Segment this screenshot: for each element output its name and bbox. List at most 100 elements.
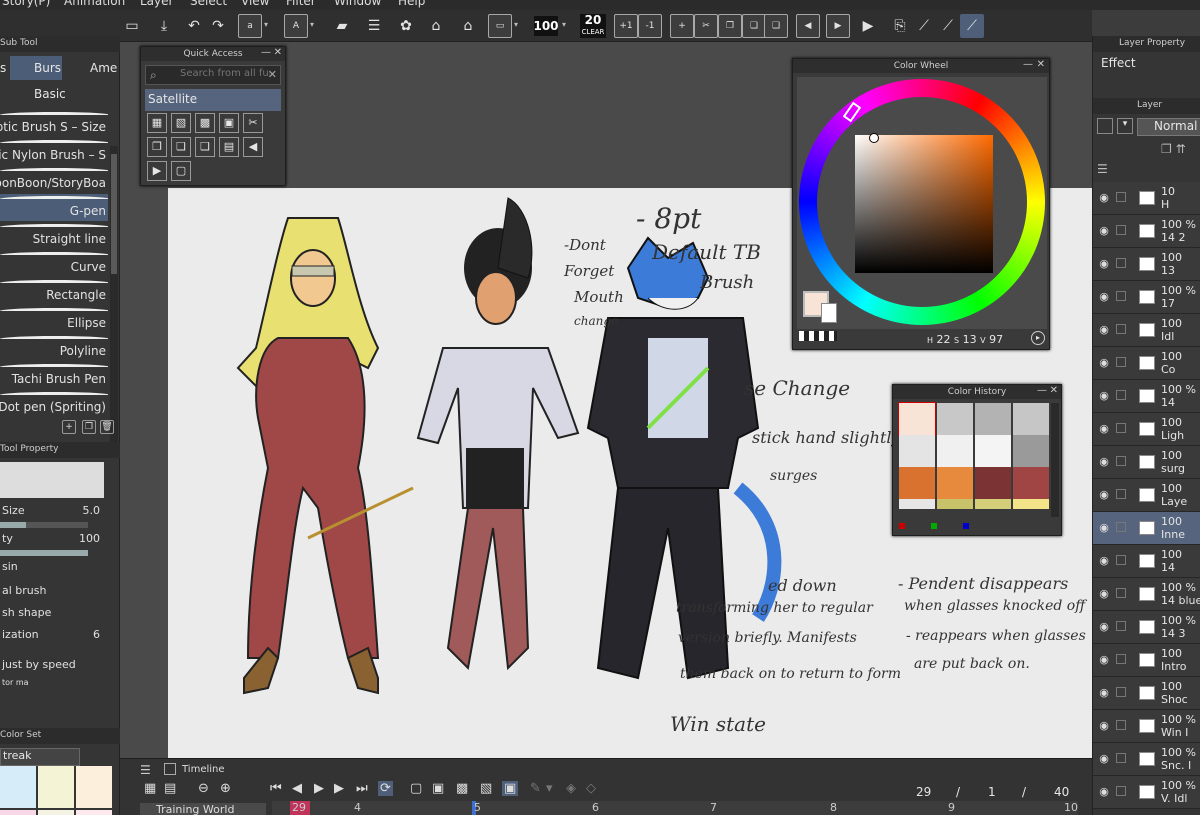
next-frame-button[interactable]: +1	[614, 14, 638, 38]
eraser-icon[interactable]: ⌂	[456, 14, 480, 38]
layer-row[interactable]: ◉ 100 13	[1093, 248, 1200, 281]
sub-color-swatch[interactable]	[821, 303, 837, 323]
eye-icon[interactable]: ◉	[1095, 221, 1113, 241]
layer-row[interactable]: ◉ 100 Idl	[1093, 314, 1200, 347]
quick-access-search-input[interactable]	[180, 68, 270, 79]
history-color-swatch[interactable]	[937, 435, 973, 467]
history-color-swatch[interactable]	[975, 435, 1011, 467]
lock-icons[interactable]: ❐ ⇈	[1161, 142, 1186, 156]
size-row[interactable]: Size 5.0	[0, 502, 104, 522]
import-icon[interactable]: ◀	[796, 14, 820, 38]
play-icon[interactable]: ▶	[856, 14, 880, 38]
history-color-swatch[interactable]	[899, 499, 935, 509]
layer-row[interactable]: ◉ 100 % Win I	[1093, 710, 1200, 743]
color-mode-icon[interactable]: ▸	[1031, 331, 1045, 345]
layer-lock-checkbox[interactable]	[1116, 291, 1126, 301]
minimize-icon[interactable]: —	[1037, 385, 1047, 397]
layer-row[interactable]: ◉ 100 Co	[1093, 347, 1200, 380]
quick-access-icon[interactable]: ▶	[147, 161, 167, 181]
history-color-swatch[interactable]	[975, 499, 1011, 509]
blend-mode-select[interactable]: Normal	[1137, 118, 1200, 136]
minimize-icon[interactable]: —	[261, 47, 271, 59]
prev-frame-icon[interactable]: ◀	[292, 781, 302, 796]
quick-access-set[interactable]: Satellite	[145, 89, 281, 111]
eye-icon[interactable]: ◉	[1095, 419, 1113, 439]
color-swatch[interactable]	[76, 810, 112, 815]
history-color-swatch[interactable]	[937, 403, 973, 435]
layer-row[interactable]: ◉ 100 % 14	[1093, 380, 1200, 413]
color-mix-icon[interactable]: ✿	[394, 14, 418, 38]
layer-row[interactable]: ◉ 100 % 17	[1093, 281, 1200, 314]
layer-row[interactable]: ◉ 100 14	[1093, 545, 1200, 578]
open-folder-icon[interactable]: ▭	[120, 14, 144, 38]
layer-row[interactable]: ◉ 100 Intro	[1093, 644, 1200, 677]
new-timeline-icon[interactable]: ▦	[144, 781, 156, 796]
next-frame-icon[interactable]: ▶	[334, 781, 344, 796]
layer-row[interactable]: ◉ 100 Laye	[1093, 479, 1200, 512]
eye-icon[interactable]: ◉	[1095, 485, 1113, 505]
edit-timeline-icon[interactable]: ▤	[164, 781, 176, 796]
layer-row[interactable]: ◉ 100 Ligh	[1093, 413, 1200, 446]
onion-skin-icon[interactable]: ▣	[502, 781, 519, 796]
sub-tool-tab-basic[interactable]: Basic	[10, 82, 70, 106]
menu-story[interactable]: Story(P)	[2, 0, 50, 8]
layer-row[interactable]: ◉ 100 % N14 blue	[1093, 578, 1200, 611]
add-icon[interactable]: +	[62, 420, 76, 434]
keyframe-add-icon[interactable]: ◈	[566, 781, 576, 796]
quick-access-icon[interactable]: ✂	[243, 113, 263, 133]
color-set-select[interactable]: treak	[0, 748, 80, 766]
pen-pressure-icon[interactable]: ⟋	[912, 14, 936, 38]
save-icon[interactable]: ⤓	[152, 14, 176, 38]
layer-lock-checkbox[interactable]	[1116, 192, 1126, 202]
duplicate-icon[interactable]: ❑	[764, 14, 788, 38]
cut-icon[interactable]: ✂	[694, 14, 718, 38]
folder-icon[interactable]: ▰	[330, 14, 354, 38]
eye-icon[interactable]: ◉	[1095, 584, 1113, 604]
history-color-swatch[interactable]	[1013, 403, 1049, 435]
history-color-swatch[interactable]	[975, 403, 1011, 435]
eye-icon[interactable]: ◉	[1095, 353, 1113, 373]
start-frame[interactable]: 1	[988, 785, 996, 799]
timeline-ruler[interactable]	[272, 801, 1078, 815]
zoom-in-icon[interactable]: ⊕	[220, 781, 231, 796]
h-value[interactable]: 22	[937, 333, 951, 346]
history-color-swatch[interactable]	[937, 499, 973, 509]
close-icon[interactable]: ✕	[274, 47, 282, 59]
layer-lock-checkbox[interactable]	[1116, 522, 1126, 532]
eye-icon[interactable]: ◉	[1095, 386, 1113, 406]
history-color-swatch[interactable]	[975, 467, 1011, 499]
brush-item[interactable]: Curve	[0, 250, 108, 277]
layer-lock-checkbox[interactable]	[1116, 720, 1126, 730]
brush-item[interactable]: eptic Brush S – Size	[0, 110, 108, 137]
color-wheel-area[interactable]	[797, 77, 1047, 329]
camera-icon[interactable]: ▩	[456, 781, 468, 796]
menu-help[interactable]: Help	[398, 0, 425, 8]
eye-icon[interactable]: ◉	[1095, 782, 1113, 802]
menu-filter[interactable]: Filter	[286, 0, 316, 8]
minimize-icon[interactable]: —	[1023, 59, 1033, 71]
history-color-swatch[interactable]	[1013, 499, 1049, 509]
close-icon[interactable]: ✕	[1037, 59, 1045, 71]
layer-lock-checkbox[interactable]	[1116, 324, 1126, 334]
chevron-down-icon[interactable]: ▾	[310, 20, 314, 29]
brush-item[interactable]: G-pen	[0, 194, 108, 221]
color-picker-handle[interactable]	[869, 133, 879, 143]
speed-row[interactable]: just by speed	[0, 656, 104, 676]
transparent-color-icon[interactable]	[799, 331, 837, 341]
layer-row[interactable]: ◉ 100 surg	[1093, 446, 1200, 479]
active-stroke-icon[interactable]: ⟋	[960, 14, 984, 38]
opacity-row[interactable]: ty 100	[0, 530, 104, 550]
animation-cel-icon[interactable]: ▣	[432, 781, 444, 796]
color-swatch[interactable]	[38, 810, 74, 815]
quick-access-icon[interactable]: ▤	[219, 137, 239, 157]
copy-icon[interactable]: ❐	[718, 14, 742, 38]
layer-lock-checkbox[interactable]	[1116, 225, 1126, 235]
last-frame-icon[interactable]: ⏭	[356, 781, 368, 796]
sub-tool-tab-s[interactable]: s	[0, 56, 10, 80]
brush-item[interactable]: eptic Nylon Brush – S	[0, 138, 108, 165]
clear-button[interactable]: 20 CLEAR	[580, 14, 606, 38]
layer-lock-checkbox[interactable]	[1116, 357, 1126, 367]
zoom-out-icon[interactable]: ⊖	[198, 781, 209, 796]
layer-lock-checkbox[interactable]	[1116, 654, 1126, 664]
layer-cel-icon[interactable]: ▧	[480, 781, 492, 796]
